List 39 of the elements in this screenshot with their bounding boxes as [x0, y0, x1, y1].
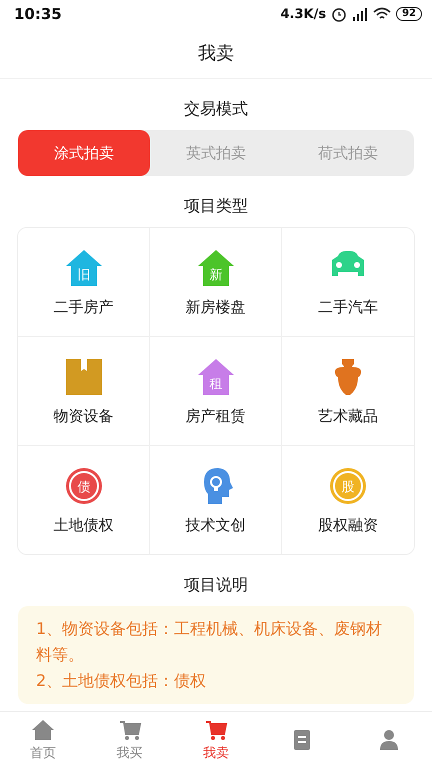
page-title: 我卖 [198, 42, 234, 65]
cart-icon [118, 718, 142, 742]
house-icon: 旧 [64, 248, 104, 288]
tab-bar-item[interactable]: 首页 [0, 712, 86, 768]
note-text: 1、物资设备包括：工程机械、机床设备、废钢材料等。 [36, 618, 384, 666]
signal-icon [352, 7, 368, 21]
category-tile[interactable]: 二手汽车 [282, 228, 414, 337]
category-label: 土地债权 [54, 516, 114, 534]
coin-icon: 股 [328, 466, 368, 506]
category-label: 股权融资 [318, 516, 378, 534]
coin-icon: 债 [64, 466, 104, 506]
category-label: 二手汽车 [318, 298, 378, 316]
category-tile[interactable]: 租 房产租赁 [150, 337, 282, 446]
category-tile[interactable]: 物资设备 [18, 337, 150, 446]
house-icon: 租 [196, 356, 236, 396]
tab-bar-item[interactable]: 我买 [86, 712, 173, 768]
section-title: 项目说明 [184, 575, 248, 596]
category-tile[interactable]: 债 土地债权 [18, 446, 150, 554]
cart-icon [204, 718, 228, 742]
status-time: 10:35 [14, 5, 62, 23]
auction-mode-option[interactable]: 涂式拍卖 [18, 130, 150, 176]
section-title: 交易模式 [184, 99, 248, 120]
category-label: 技术文创 [186, 516, 246, 534]
category-label: 二手房产 [54, 298, 114, 316]
category-label: 新房楼盘 [186, 298, 246, 316]
network-speed: 4.3K/s [280, 6, 326, 22]
alarm-icon [331, 6, 348, 22]
category-tile[interactable]: 旧 二手房产 [18, 228, 150, 337]
battery-indicator: 92 [396, 7, 422, 21]
home-icon [31, 718, 56, 742]
category-label: 艺术藏品 [318, 406, 378, 426]
section-title: 项目类型 [184, 196, 248, 217]
category-label: 物资设备 [54, 406, 114, 426]
note-text: 2、土地债权包括：债权 [36, 670, 208, 692]
house-icon: 新 [196, 248, 236, 288]
tab-bar-item[interactable]: 我卖 [172, 712, 260, 768]
wifi-icon [373, 7, 392, 21]
category-tile[interactable]: 新 新房楼盘 [150, 228, 282, 337]
category-label: 房产租赁 [186, 406, 246, 426]
